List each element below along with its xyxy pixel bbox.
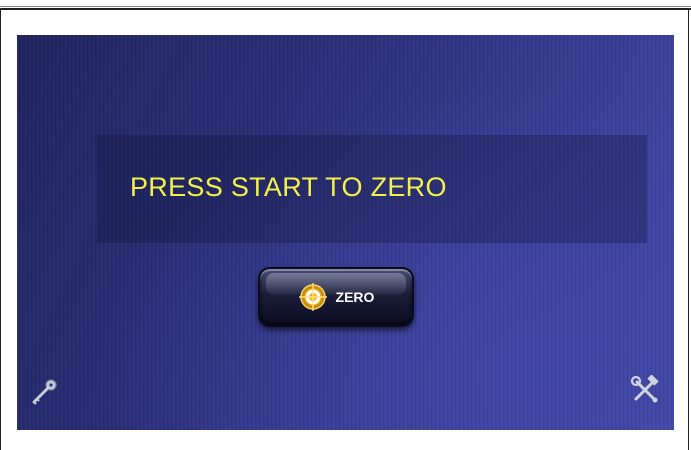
zero-button[interactable]: ZERO	[258, 267, 414, 327]
display-screen: PRESS START TO ZERO ZERO	[17, 35, 674, 430]
wrench-hammer-icon[interactable]	[630, 375, 660, 405]
crosshair-target-icon	[298, 283, 327, 311]
top-bar	[0, 0, 691, 10]
key-icon[interactable]	[29, 377, 59, 407]
zero-button-label: ZERO	[335, 289, 375, 305]
zero-instruction-message: PRESS START TO ZERO	[130, 172, 447, 202]
